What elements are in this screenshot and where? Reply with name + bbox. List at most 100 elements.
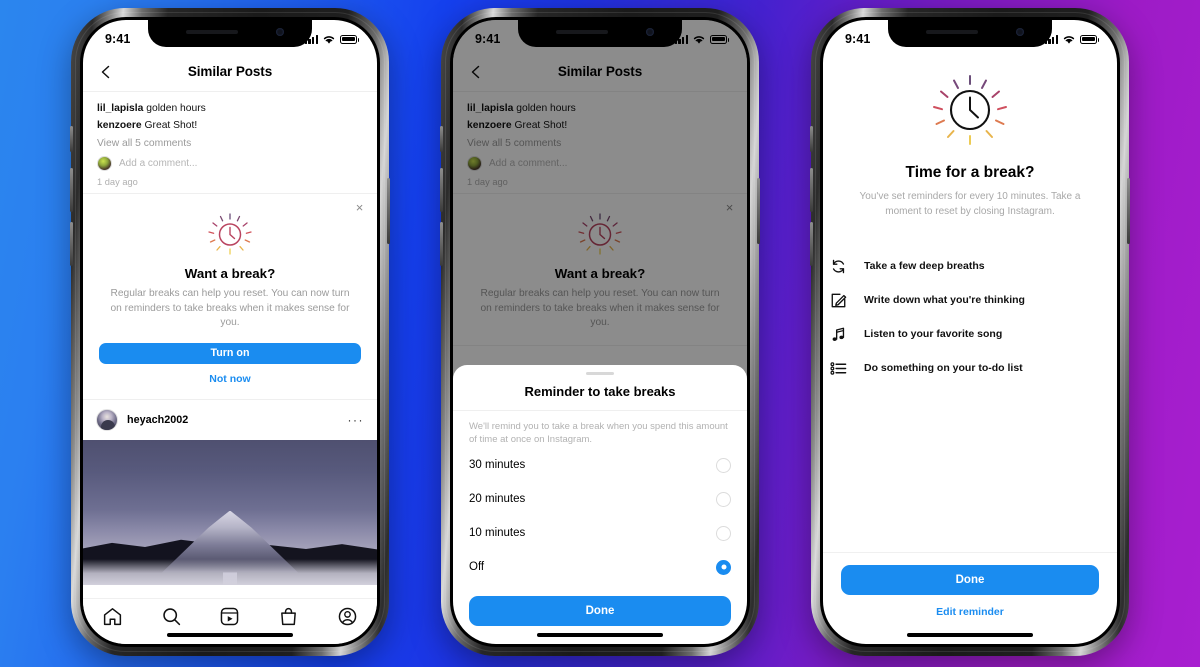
volume-up-button[interactable] [70,168,73,212]
status-time: 9:41 [105,32,131,46]
mute-switch[interactable] [70,126,73,152]
home-icon[interactable] [102,606,123,627]
todo-list-icon [829,360,848,377]
comment-1: lil_lapisla golden hours [97,100,363,117]
phone-2-bezel: 9:41 Similar Posts lil_lapisla golden ho… [450,17,750,647]
phone-1: 9:41 Similar Posts lil_lapisla golden ho… [70,8,390,656]
break-card-body: Regular breaks can help you reset. You c… [110,288,350,328]
add-comment-row[interactable]: Add a comment... [97,156,363,171]
earpiece-speaker [556,30,608,34]
done-button[interactable]: Done [469,596,731,626]
option-row-30-minutes[interactable]: 30 minutes [453,448,747,482]
front-camera-icon [646,28,654,36]
volume-up-button[interactable] [440,168,443,212]
comment-1-text: golden hours [146,103,206,114]
suggestion-label: Do something on your to-do list [864,362,1023,374]
volume-down-button[interactable] [70,222,73,266]
status-indicators [1044,34,1100,45]
avatar[interactable] [96,408,118,431]
radio-button[interactable] [716,491,731,507]
option-row-off[interactable]: Off [453,550,747,584]
earpiece-speaker [186,30,238,34]
post-username[interactable]: heyach2002 [127,414,339,426]
volume-down-button[interactable] [810,222,813,266]
radio-button-selected[interactable] [716,559,731,575]
mute-switch[interactable] [810,126,813,152]
back-chevron-icon[interactable] [99,65,113,79]
option-label: 30 minutes [469,459,526,471]
power-button[interactable] [757,178,760,244]
earpiece-speaker [926,30,978,34]
comment-1-username[interactable]: lil_lapisla [97,103,143,114]
refresh-breath-icon [829,258,848,275]
bottom-tab-bar [83,598,377,644]
power-button[interactable] [1127,178,1130,244]
home-indicator[interactable] [167,632,293,637]
page-subtitle: You've set reminders for every 10 minute… [859,191,1081,217]
front-camera-icon [276,28,284,36]
close-icon[interactable]: × [354,201,365,214]
navigation-header: Similar Posts [83,52,377,92]
volume-up-button[interactable] [810,168,813,212]
suggestions-list: Take a few deep breaths Write down what … [823,249,1117,385]
done-button[interactable]: Done [841,565,1099,595]
suggestion-label: Take a few deep breaths [864,260,985,272]
battery-full-icon [710,34,730,44]
status-time: 9:41 [845,32,871,46]
notch [888,20,1052,47]
profile-icon[interactable] [337,606,358,627]
suggestion-label: Write down what you're thinking [864,294,1025,306]
list-item: Write down what you're thinking [829,283,1111,317]
more-options-icon[interactable]: ··· [348,414,365,426]
notch [518,20,682,47]
status-indicators [674,34,730,45]
volume-down-button[interactable] [440,222,443,266]
phone-2: 9:41 Similar Posts lil_lapisla golden ho… [440,8,760,656]
battery-full-icon [1080,34,1100,44]
wifi-icon [323,35,335,44]
page-title: Similar Posts [187,64,273,79]
home-indicator[interactable] [907,632,1033,637]
comments-section: lil_lapisla golden hours kenzoere Great … [83,92,377,193]
sheet-title: Reminder to take breaks [453,375,747,411]
turn-on-button[interactable]: Turn on [99,342,361,364]
phone-1-bezel: 9:41 Similar Posts lil_lapisla golden ho… [80,17,380,647]
comment-2-username[interactable]: kenzoere [97,120,142,131]
add-comment-input[interactable]: Add a comment... [119,158,197,169]
mute-switch[interactable] [440,126,443,152]
phone-2-screen: 9:41 Similar Posts lil_lapisla golden ho… [453,20,747,644]
status-time: 9:41 [475,32,501,46]
view-all-comments-link[interactable]: View all 5 comments [97,135,363,152]
edit-reminder-button[interactable]: Edit reminder [841,606,1099,618]
music-note-icon [829,326,848,343]
clock-burst-icon [933,75,1007,145]
option-row-10-minutes[interactable]: 10 minutes [453,516,747,550]
not-now-button[interactable]: Not now [99,373,361,385]
avatar [97,156,112,171]
post-header: heyach2002 ··· [83,400,377,440]
reels-icon[interactable] [219,606,240,627]
phone-3-bezel: 9:41 Time for a break? You've set remind… [820,17,1120,647]
shop-icon[interactable] [278,606,299,627]
pencil-note-icon [829,292,848,309]
power-button[interactable] [387,178,390,244]
radio-button[interactable] [716,457,731,473]
search-icon[interactable] [161,606,182,627]
reminder-bottom-sheet: Reminder to take breaks We'll remind you… [453,364,747,644]
list-item: Do something on your to-do list [829,351,1111,385]
comment-2: kenzoere Great Shot! [97,117,363,134]
clock-burst-icon [208,213,252,255]
mist-layer [83,558,377,585]
home-indicator[interactable] [537,632,663,637]
post-image[interactable] [83,439,377,585]
option-label: 10 minutes [469,527,526,539]
option-label: Off [469,561,485,573]
phone-1-screen: 9:41 Similar Posts lil_lapisla golden ho… [83,20,377,644]
option-row-20-minutes[interactable]: 20 minutes [453,482,747,516]
front-camera-icon [1016,28,1024,36]
radio-button[interactable] [716,525,731,541]
suggestion-label: Listen to your favorite song [864,328,1003,340]
phone-3: 9:41 Time for a break? You've set remind… [810,8,1130,656]
page-title: Time for a break? [905,164,1035,181]
screenshot-stage: 9:41 Similar Posts lil_lapisla golden ho… [0,0,1200,667]
